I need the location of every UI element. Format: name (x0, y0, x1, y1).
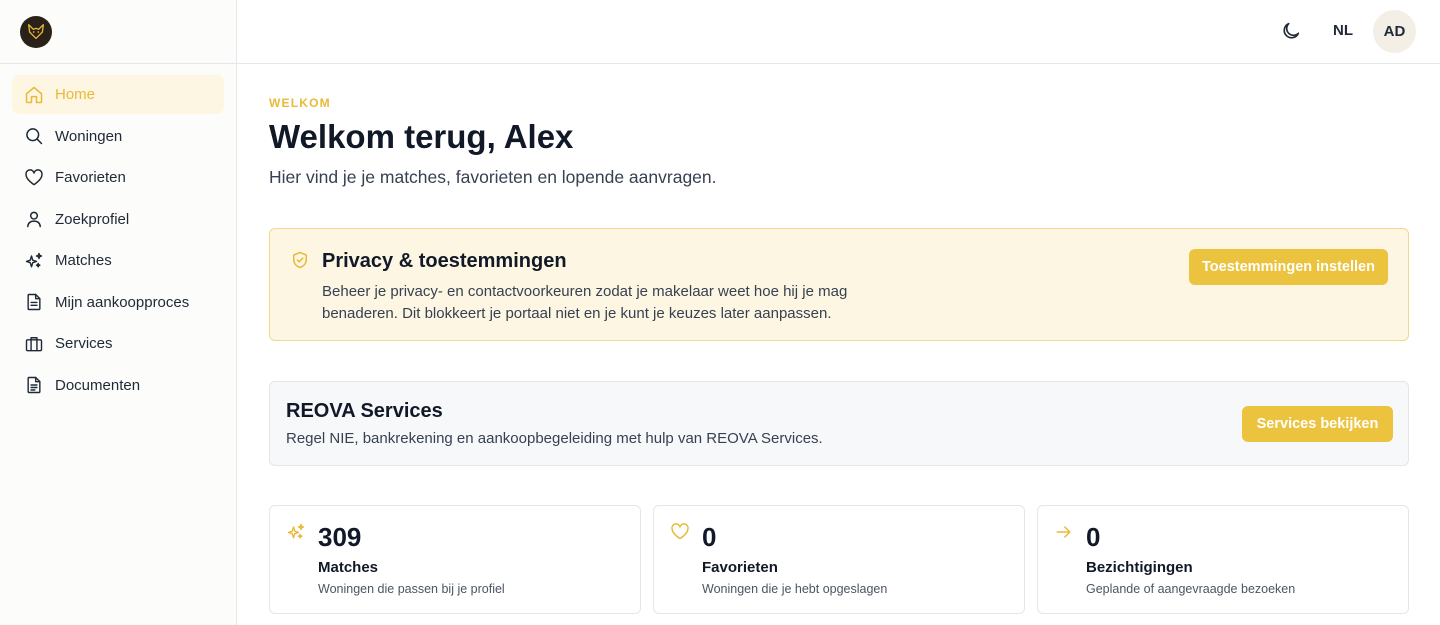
sidebar-item-label: Woningen (55, 127, 123, 145)
fox-logo-icon (28, 23, 44, 39)
language-switcher[interactable]: NL (1333, 22, 1353, 39)
sparkles-icon (24, 251, 44, 271)
sidebar: Home Woningen Favorieten Zoekprofiel Mat… (0, 0, 237, 625)
moon-icon[interactable] (1280, 20, 1302, 42)
sidebar-item-label: Mijn aankoopproces (55, 293, 190, 311)
heart-icon (24, 168, 44, 188)
services-card-text: Regel NIE, bankrekening en aankoopbegele… (286, 430, 823, 447)
stat-value: 0 (1086, 522, 1101, 552)
privacy-card-title: Privacy & toestemmingen (322, 250, 567, 272)
stat-description: Geplande of aangevraagde bezoeken (1086, 582, 1296, 596)
top-bar: NL AD (237, 0, 1440, 64)
sidebar-item-matches[interactable]: Matches (12, 241, 224, 280)
stat-card-bezichtigingen[interactable]: 0 Bezichtigingen Geplande of aangevraagd… (1037, 505, 1409, 614)
shield-check-icon (290, 250, 310, 270)
user-icon (24, 209, 44, 229)
stat-card-matches[interactable]: 309 Matches Woningen die passen bij je p… (269, 505, 641, 614)
page-title: Welkom terug, Alex (269, 118, 574, 155)
search-icon (24, 126, 44, 146)
privacy-card: Privacy & toestemmingen Beheer je privac… (269, 228, 1409, 341)
sidebar-item-woningen[interactable]: Woningen (12, 117, 224, 156)
sidebar-item-documenten[interactable]: Documenten (12, 366, 224, 405)
sidebar-item-label: Home (55, 86, 96, 103)
sparkles-icon (286, 522, 306, 542)
sidebar-item-label: Services (55, 335, 113, 352)
sidebar-item-zoekprofiel[interactable]: Zoekprofiel (12, 200, 224, 239)
avatar[interactable]: AD (1373, 10, 1416, 53)
sidebar-item-home[interactable]: Home (12, 75, 224, 114)
home-icon (24, 85, 44, 105)
stat-label: Matches (318, 559, 379, 576)
services-card-title: REOVA Services (286, 400, 443, 422)
stat-value: 0 (702, 522, 717, 552)
sidebar-item-label: Favorieten (55, 169, 126, 186)
briefcase-icon (24, 334, 44, 354)
sidebar-item-mijn-aankoopproces[interactable]: Mijn aankoopproces (12, 283, 224, 322)
page-subtitle: Hier vind je je matches, favorieten en l… (269, 167, 717, 187)
stat-card-favorieten[interactable]: 0 Favorieten Woningen die je hebt opgesl… (653, 505, 1025, 614)
sidebar-item-label: Zoekprofiel (55, 210, 130, 228)
logo-row (0, 0, 236, 64)
sidebar-nav: Home Woningen Favorieten Zoekprofiel Mat… (0, 64, 236, 405)
privacy-card-text: Beheer je privacy- en contactvoorkeuren … (322, 283, 848, 322)
stat-label: Favorieten (702, 559, 778, 576)
stat-description: Woningen die je hebt opgeslagen (702, 582, 888, 596)
file-text-icon (24, 375, 44, 395)
set-permissions-button[interactable]: Toestemmingen instellen (1189, 249, 1388, 285)
services-card: REOVA Services Regel NIE, bankrekening e… (269, 381, 1409, 466)
stat-value: 309 (318, 522, 362, 552)
sidebar-item-services[interactable]: Services (12, 324, 224, 363)
sidebar-item-label: Documenten (55, 376, 141, 394)
stat-label: Bezichtigingen (1086, 559, 1193, 576)
arrow-right-icon (1054, 522, 1074, 542)
document-icon (24, 292, 44, 312)
brand-logo[interactable] (20, 15, 52, 48)
heart-icon (670, 522, 690, 542)
sidebar-item-favorieten[interactable]: Favorieten (12, 158, 224, 197)
eyebrow-label: WELKOM (269, 96, 331, 110)
stat-description: Woningen die passen bij je profiel (318, 582, 505, 596)
view-services-button[interactable]: Services bekijken (1242, 406, 1393, 442)
sidebar-item-label: Matches (55, 252, 112, 269)
